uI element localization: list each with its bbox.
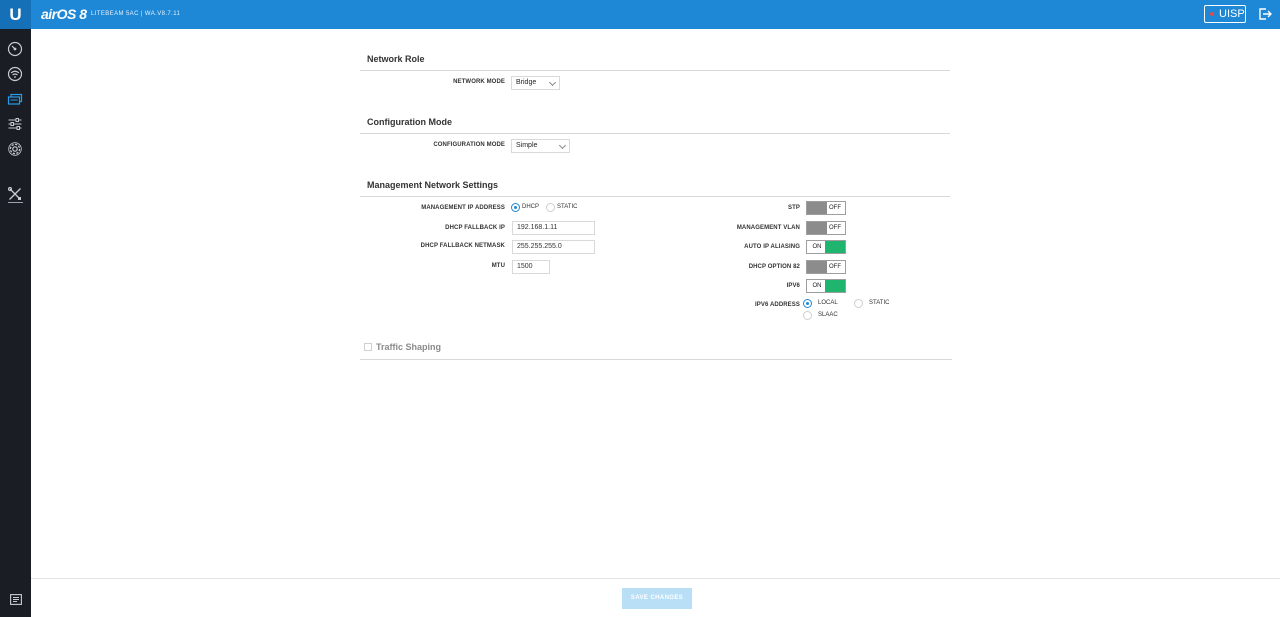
traffic-shaping-label[interactable]: Traffic Shaping <box>376 342 441 352</box>
chevron-down-icon <box>548 78 557 87</box>
network-mode-select[interactable]: Bridge <box>511 76 560 90</box>
dhcp-fallback-netmask-input[interactable]: 255.255.255.0 <box>512 240 595 254</box>
toggle-knob <box>807 261 827 273</box>
ipv6-slaac-radio[interactable] <box>803 311 812 320</box>
save-changes-button[interactable]: SAVE CHANGES <box>622 588 692 609</box>
static-radio-label: STATIC <box>557 204 578 210</box>
management-settings-title: Management Network Settings <box>367 180 499 190</box>
configuration-mode-label: CONFIGURATION MODE <box>433 142 505 148</box>
toggle-knob <box>825 280 845 292</box>
ipv6-slaac-label: SLAAC <box>818 312 838 318</box>
toggle-knob <box>807 222 827 234</box>
ipv6-toggle-text: ON <box>812 283 822 289</box>
network-role-title: Network Role <box>367 54 425 64</box>
dashboard-icon[interactable] <box>7 41 23 57</box>
ipv6-label: IPV6 <box>786 283 800 289</box>
ipv6-toggle[interactable]: ON <box>806 279 846 293</box>
sidebar-separator <box>8 202 23 203</box>
ipv6-address-label: IPV6 ADDRESS <box>755 302 800 308</box>
configuration-mode-value: Simple <box>516 142 538 149</box>
dhcp-radio[interactable] <box>511 203 520 212</box>
dhcp-option-82-toggle[interactable]: OFF <box>806 260 846 274</box>
management-vlan-toggle-text: OFF <box>829 225 841 231</box>
ipv6-static-radio[interactable] <box>854 299 863 308</box>
mtu-input[interactable]: 1500 <box>512 260 550 274</box>
ipv6-local-label: LOCAL <box>818 300 838 306</box>
airos-brand: airOS 8 <box>41 6 87 22</box>
stp-toggle[interactable]: OFF <box>806 201 846 215</box>
static-radio[interactable] <box>546 203 555 212</box>
auto-ip-aliasing-toggle-text: ON <box>812 244 822 250</box>
toggle-knob <box>807 202 827 214</box>
configuration-mode-divider <box>360 133 950 134</box>
wireless-icon[interactable] <box>7 66 23 82</box>
top-bar: U airOS 8 LITEBEAM 5AC | WA.V8.7.11 UISP <box>0 0 1280 29</box>
dhcp-radio-label: DHCP <box>522 204 540 210</box>
auto-ip-aliasing-toggle[interactable]: ON <box>806 240 846 254</box>
ipv6-static-label: STATIC <box>869 300 890 306</box>
footer-divider <box>31 578 1280 579</box>
network-icon[interactable] <box>7 91 23 107</box>
ipv6-local-radio[interactable] <box>803 299 812 308</box>
management-settings-divider <box>360 196 950 197</box>
configuration-mode-select[interactable]: Simple <box>511 139 570 153</box>
network-mode-value: Bridge <box>516 79 537 86</box>
dhcp-option-82-label: DHCP OPTION 82 <box>748 264 800 270</box>
configuration-mode-title: Configuration Mode <box>367 117 452 127</box>
dhcp-fallback-ip-input[interactable]: 192.168.1.11 <box>512 221 595 235</box>
system-icon[interactable] <box>7 141 23 157</box>
feedback-icon[interactable] <box>10 594 22 605</box>
tools-icon[interactable] <box>7 186 23 202</box>
network-role-divider <box>360 70 950 71</box>
sidebar <box>0 29 31 617</box>
device-info: LITEBEAM 5AC | WA.V8.7.11 <box>91 11 181 17</box>
stp-label: STP <box>788 205 800 211</box>
dhcp-option-82-toggle-text: OFF <box>829 264 841 270</box>
traffic-shaping-divider <box>360 359 952 360</box>
main-content: Network Role NETWORK MODE Bridge Configu… <box>31 29 1280 617</box>
mtu-label: MTU <box>491 263 505 269</box>
services-icon[interactable] <box>7 116 23 132</box>
stp-toggle-text: OFF <box>829 205 841 211</box>
uisp-label: UISP <box>1219 8 1245 20</box>
management-vlan-label: MANAGEMENT VLAN <box>736 225 800 231</box>
chevron-down-icon <box>558 141 567 150</box>
ubiquiti-logo[interactable]: U <box>0 0 31 29</box>
uisp-button[interactable]: UISP <box>1204 5 1246 23</box>
network-mode-label: NETWORK MODE <box>453 79 505 85</box>
logout-icon[interactable] <box>1258 7 1272 21</box>
uisp-status-dot <box>1210 12 1214 16</box>
auto-ip-aliasing-label: AUTO IP ALIASING <box>744 244 800 250</box>
traffic-shaping-checkbox[interactable] <box>364 343 372 351</box>
management-vlan-toggle[interactable]: OFF <box>806 221 846 235</box>
toggle-knob <box>825 241 845 253</box>
dhcp-fallback-ip-label: DHCP FALLBACK IP <box>445 225 505 231</box>
dhcp-fallback-netmask-label: DHCP FALLBACK NETMASK <box>420 243 505 249</box>
management-ip-address-label: MANAGEMENT IP ADDRESS <box>421 205 505 211</box>
